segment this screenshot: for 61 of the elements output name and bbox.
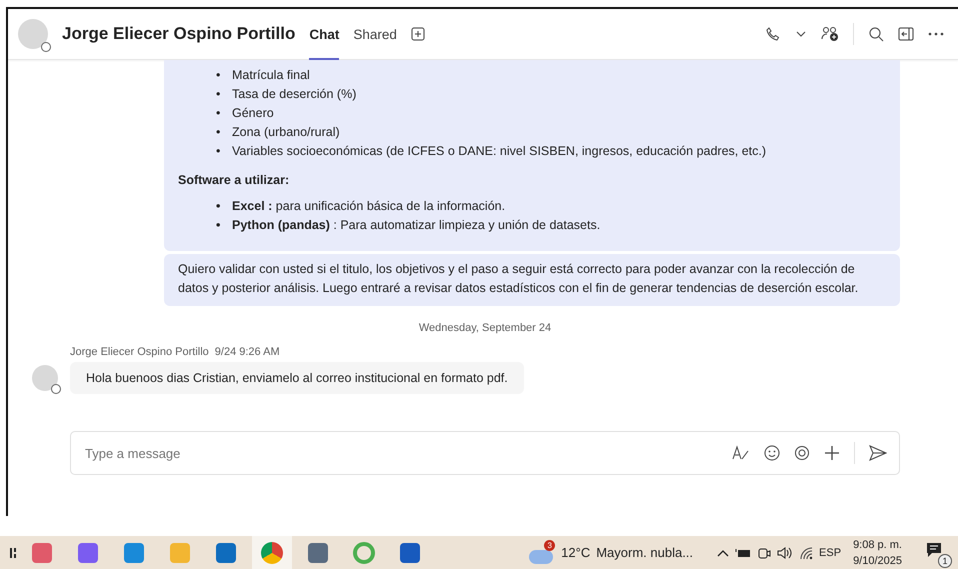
task-view-icon[interactable] xyxy=(10,546,16,560)
list-item: Excel : para unificación básica de la información. xyxy=(232,198,506,215)
list-item: Python (pandas) : Para automatizar limpieza y unión de datasets. xyxy=(232,217,600,234)
wifi-icon[interactable] xyxy=(799,546,814,560)
phone-icon[interactable] xyxy=(765,26,781,42)
sender-name: Jorge Eliecer Ospino Portillo xyxy=(70,346,209,358)
chevron-up-icon[interactable] xyxy=(717,548,730,556)
format-icon[interactable] xyxy=(732,445,750,461)
app-icon xyxy=(308,542,328,562)
message-time: 9/24 9:26 AM xyxy=(214,346,280,358)
camera-icon[interactable] xyxy=(757,546,772,560)
taskbar-app[interactable] xyxy=(252,536,292,569)
list-item: Matrícula final xyxy=(232,67,310,84)
status-icon xyxy=(41,42,51,52)
cloud-icon xyxy=(529,550,554,564)
clock-date[interactable]: 9/10/2025 xyxy=(853,552,902,568)
send-icon[interactable] xyxy=(869,445,887,461)
received-message: Hola buenoos dias Cristian, enviamelo al correo institucional en formato pdf. xyxy=(70,362,524,394)
status-icon xyxy=(51,384,61,394)
list-item: Tasa de deserción (%) xyxy=(232,86,356,103)
battery-icon[interactable] xyxy=(735,548,752,558)
search-icon[interactable] xyxy=(868,26,884,42)
bullet: • xyxy=(216,86,222,103)
plus-icon[interactable] xyxy=(824,445,840,461)
message-input[interactable]: Type a message xyxy=(83,444,718,462)
emoji-icon[interactable] xyxy=(764,445,780,461)
app-icon xyxy=(170,542,190,562)
more-icon[interactable] xyxy=(928,32,944,36)
panel-icon[interactable] xyxy=(898,27,914,41)
date-divider: Wednesday, September 24 xyxy=(418,322,552,334)
app-icon xyxy=(124,542,144,562)
notification-badge: 1 xyxy=(938,554,952,568)
notification-icon[interactable] xyxy=(926,542,942,558)
ring-icon xyxy=(353,542,375,564)
bullet: • xyxy=(216,105,222,122)
bullet: • xyxy=(216,198,222,215)
clock-time[interactable]: 9:08 p. m. xyxy=(853,536,902,552)
app-icon xyxy=(78,542,98,562)
add-tab-icon[interactable] xyxy=(410,27,425,41)
list-item: Variables socioeconómicas (de ICFES o DANE: nivel SISBEN, ingresos, educación padres, etc.) xyxy=(232,143,766,160)
bullet: • xyxy=(216,67,222,84)
app-icon xyxy=(32,542,52,562)
list-item: Género xyxy=(232,105,274,122)
bullet: • xyxy=(216,124,222,141)
tab[interactable]: Shared xyxy=(353,10,397,60)
bullet: • xyxy=(216,143,222,160)
weather-badge: 3 xyxy=(544,540,556,550)
list-item: Zona (urbano/rural) xyxy=(232,124,340,141)
bullet: • xyxy=(216,217,222,234)
section-heading: Software a utilizar: xyxy=(178,173,290,187)
sent-message: Quiero validar con usted si el titulo, los objetivos y el paso a seguir está correcto para poder avanzar con la recolección de datos y posterior análisis. Luego entraré a revisar datos estadísticos con el fin de generar tendencias de deserción escolar. xyxy=(164,254,900,306)
add-people-icon[interactable] xyxy=(821,26,839,42)
weather-condition: Mayorm. nubla... xyxy=(596,545,694,560)
speaker-icon[interactable] xyxy=(777,546,794,560)
app-icon xyxy=(216,542,236,562)
app-icon xyxy=(400,542,420,562)
composer-box[interactable]: Type a message xyxy=(70,431,900,475)
temperature: 12°C xyxy=(561,545,590,560)
language-indicator[interactable]: ESP xyxy=(819,546,842,558)
app-icon xyxy=(261,542,283,564)
chat-title: Jorge Eliecer Ospino Portillo xyxy=(62,24,296,44)
